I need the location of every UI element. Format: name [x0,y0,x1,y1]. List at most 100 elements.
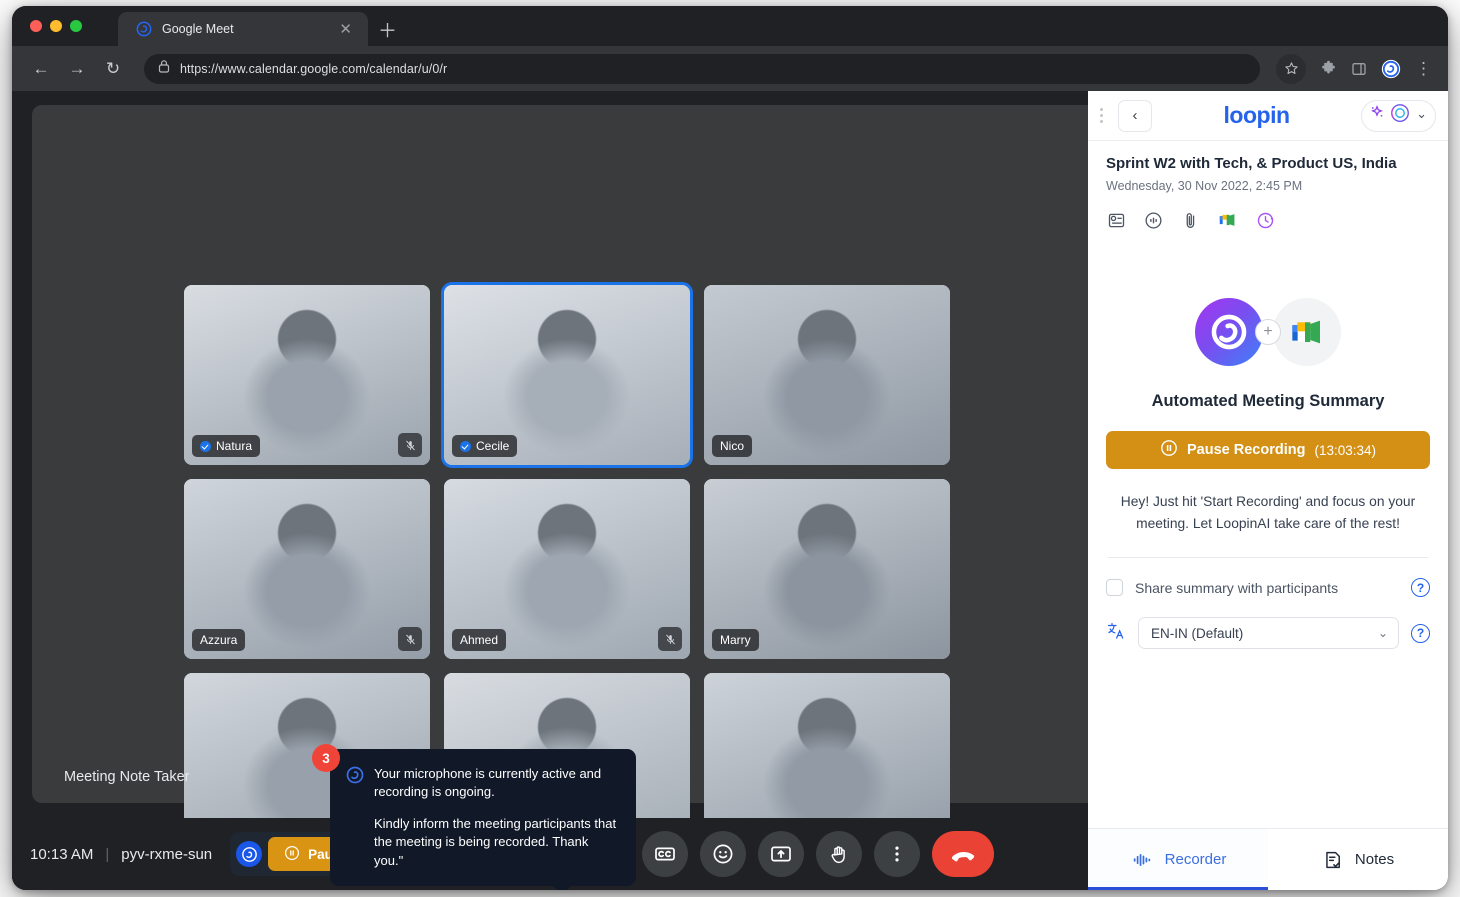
reactions-button[interactable] [700,831,747,877]
participant-tile[interactable]: Cecile [441,282,693,468]
present-screen-button[interactable] [758,831,805,877]
share-summary-help-icon[interactable]: ? [1411,578,1430,598]
chevron-down-icon: ⌄ [1377,626,1388,641]
notes-check-icon [1322,849,1344,871]
participant-name: Nico [720,439,745,453]
share-summary-checkbox[interactable] [1106,579,1123,597]
panel-body: Sprint W2 with Tech, & Product US, India… [1088,141,1448,828]
recurring-clock-icon[interactable] [1255,210,1276,236]
present-screen-icon [769,842,793,866]
forward-button[interactable]: → [62,54,92,84]
three-dots-icon [886,843,908,865]
participant-name: Marry [720,633,751,647]
back-button[interactable]: ← [26,54,56,84]
new-tab-button[interactable]: ＋ [378,22,397,41]
language-help-icon[interactable]: ? [1411,623,1430,643]
browser-toolbar: ← → ↻ https://www.calendar.google.com/ca… [12,46,1448,91]
loopin-side-panel: ‹ loopin ⌄ Sprint W2 with Tech, & Produc… [1088,91,1448,890]
meta-divider: | [105,845,110,863]
extensions-puzzle-icon[interactable] [1320,60,1337,77]
participant-muted-icon [398,627,422,651]
maximize-window-button[interactable] [70,20,82,32]
ai-assistant-toggle[interactable]: ⌄ [1361,99,1436,132]
address-bar-url: https://www.calendar.google.com/calendar… [180,61,448,76]
transcript-waveform-icon[interactable] [1143,210,1164,236]
closed-captions-icon [653,842,677,866]
recording-callout: Your microphone is currently active and … [330,749,636,890]
participant-tile[interactable]: Marry [704,479,950,659]
plus-icon: + [1255,319,1281,345]
panel-meeting-title: Sprint W2 with Tech, & Product US, India [1106,155,1397,172]
participant-name-tag: Nico [712,435,753,457]
panel-drag-handle[interactable] [1092,108,1110,123]
language-select[interactable]: EN-IN (Default) ⌄ [1138,617,1399,650]
agenda-notes-icon[interactable] [1106,210,1127,236]
loopin-badge-icon [236,841,263,867]
record-button-label: Pause Recording [1187,442,1306,458]
ai-dropdown-caret-icon[interactable]: ⌄ [1413,106,1429,126]
meeting-code: pyv-rxme-sun [121,845,213,863]
verified-check-icon [460,440,471,452]
participant-tile[interactable]: Natura [184,285,430,465]
record-button-timer: (13:03:34) [1314,442,1376,458]
pause-icon [284,845,300,864]
browser-menu-button[interactable]: ⋮ [1415,59,1432,79]
panel-tab-recorder[interactable]: Recorder [1088,829,1268,890]
participant-name-tag: Natura [192,435,261,457]
participant-name: Ahmed [460,633,499,647]
leave-call-button[interactable] [932,831,995,877]
raise-hand-button[interactable] [816,831,863,877]
side-panel-icon[interactable] [1351,61,1367,77]
panel-chip-row [1106,209,1430,236]
participant-tile[interactable]: Nico [704,285,950,465]
browser-tab-title: Google Meet [162,22,234,36]
participant-name: Cecile [476,439,510,453]
lock-icon [158,59,170,78]
close-window-button[interactable] [30,20,42,32]
more-options-button[interactable] [874,831,921,877]
panel-tab-notes[interactable]: Notes [1268,829,1448,890]
ai-orbit-icon [1389,102,1411,129]
raised-hand-icon [828,843,851,866]
loopin-brand-title: loopin [1223,102,1290,128]
meet-time: 10:13 AM [30,845,94,863]
address-bar[interactable]: https://www.calendar.google.com/calendar… [144,53,1260,84]
participant-name-tag: Azzura [192,629,246,651]
participant-muted-icon [658,627,682,651]
bookmark-star-icon[interactable] [1276,53,1306,84]
panel-header: ‹ loopin ⌄ [1088,91,1448,141]
participant-name: Azzura [200,633,238,647]
close-tab-button[interactable]: ✕ [333,22,358,37]
verified-check-icon [200,440,211,452]
participant-name: Natura [216,439,253,453]
page-content: NaturaCecileNicoAzzuraAhmedMarryStephany… [12,91,1448,890]
pause-recording-button[interactable]: Pause Recording (13:03:34) [1106,431,1430,469]
loopin-logo [1195,298,1263,366]
language-selected-value: EN-IN (Default) [1151,625,1244,641]
reload-button[interactable]: ↻ [98,54,128,84]
captions-button[interactable] [642,831,689,877]
video-stage: NaturaCecileNicoAzzuraAhmedMarryStephany… [32,105,1088,853]
attachment-paperclip-icon[interactable] [1180,210,1201,236]
pause-circle-icon [1160,439,1178,461]
loopin-favicon-icon [136,21,152,37]
participant-tile[interactable]: Azzura [184,479,430,659]
translate-language-icon [1106,621,1126,646]
panel-section-title: Automated Meeting Summary [1151,392,1385,410]
loopin-extension-icon[interactable] [1381,59,1401,79]
panel-back-button[interactable]: ‹ [1118,99,1152,132]
note-taker-label: Meeting Note Taker [64,769,190,785]
share-summary-label: Share summary with participants [1135,579,1339,596]
callout-line-2: Kindly inform the meeting participants t… [374,815,617,868]
participant-tile[interactable]: Ahmed [444,479,690,659]
google-meet-app: NaturaCecileNicoAzzuraAhmedMarryStephany… [12,91,1088,890]
browser-tab[interactable]: Google Meet ✕ [118,12,368,46]
google-meet-icon[interactable] [1217,209,1239,236]
toolbar-icons: ⋮ [1276,53,1434,84]
language-row: EN-IN (Default) ⌄ ? [1106,617,1430,650]
participant-name-tag: Cecile [452,435,518,457]
panel-helper-text: Hey! Just hit 'Start Recording' and focu… [1120,494,1416,532]
minimize-window-button[interactable] [50,20,62,32]
google-meet-logo [1273,298,1341,366]
panel-tab-label: Recorder [1164,851,1227,868]
